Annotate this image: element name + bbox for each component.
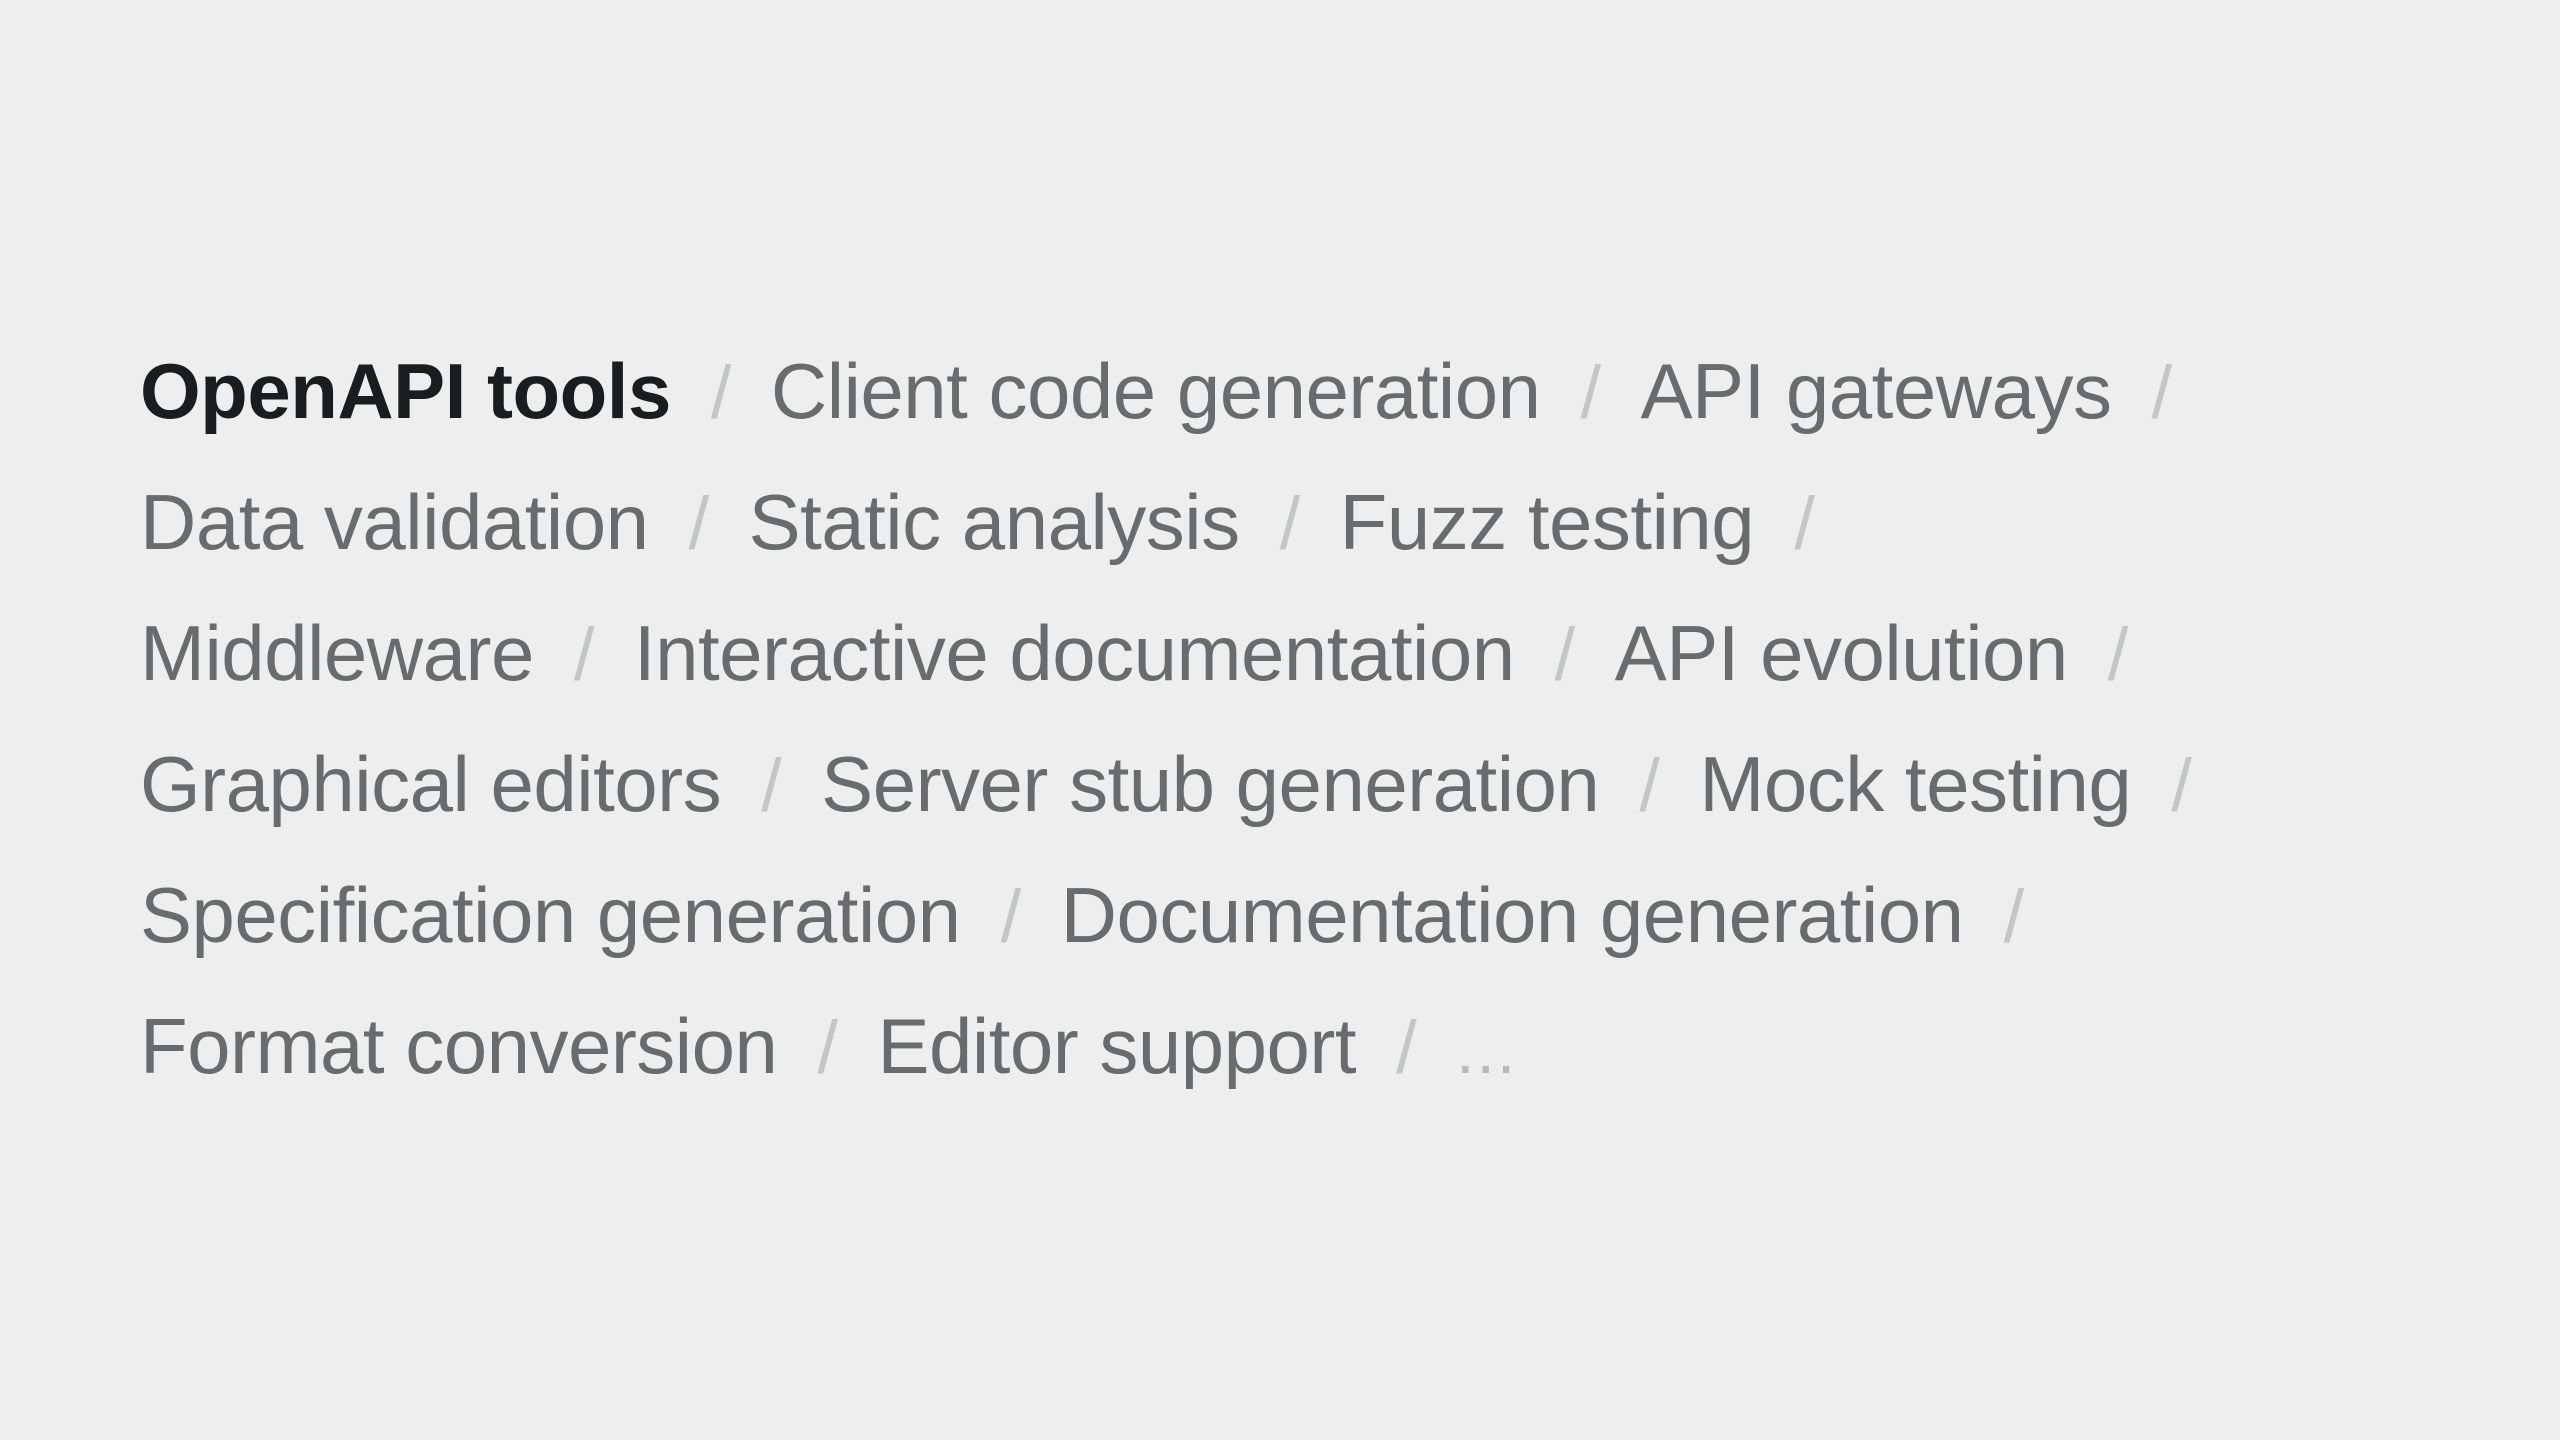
tag-line: Graphical editors / Server stub generati… — [140, 719, 2440, 850]
separator: / — [2003, 875, 2025, 958]
separator: / — [2151, 351, 2172, 434]
tag-line: OpenAPI tools / Client code generation /… — [140, 326, 2440, 457]
tag-item: Data validation — [140, 478, 649, 566]
tag-item: Server stub generation — [821, 740, 1600, 828]
tag-line: Format conversion / Editor support / ... — [140, 981, 2440, 1112]
tag-item: Specification generation — [140, 871, 961, 959]
slide: OpenAPI tools / Client code generation /… — [0, 0, 2560, 1440]
separator: / — [1554, 613, 1576, 696]
separator: / — [1639, 744, 1660, 827]
tag-item: API gateways — [1640, 347, 2112, 435]
tag-item: Middleware — [140, 609, 534, 697]
separator: / — [2107, 613, 2129, 696]
separator: / — [1000, 875, 1022, 958]
separator: / — [573, 613, 595, 696]
tag-item: API evolution — [1614, 609, 2069, 697]
tag-item: Documentation generation — [1060, 871, 1964, 959]
separator: / — [817, 1006, 838, 1089]
tool-category-list: OpenAPI tools / Client code generation /… — [140, 326, 2440, 1112]
tag-line: Data validation / Static analysis / Fuzz… — [140, 457, 2440, 588]
tag-line: Specification generation / Documentation… — [140, 850, 2440, 981]
separator: / — [688, 482, 710, 565]
tag-item: Client code generation — [770, 347, 1541, 435]
tag-item: Format conversion — [140, 1002, 778, 1090]
heading-openapi-tools: OpenAPI tools — [140, 347, 671, 435]
tag-line: Middleware / Interactive documentation /… — [140, 588, 2440, 719]
tag-item: Graphical editors — [140, 740, 722, 828]
separator: / — [1794, 482, 1815, 565]
more-ellipsis: ... — [1456, 1013, 1518, 1087]
tag-item: Editor support — [877, 1002, 1357, 1090]
separator: / — [1580, 351, 1601, 434]
tag-item: Fuzz testing — [1339, 478, 1755, 566]
tag-item: Mock testing — [1699, 740, 2132, 828]
separator: / — [1396, 1006, 1417, 1089]
separator: / — [710, 351, 732, 434]
separator: / — [2171, 744, 2192, 827]
tag-item: Static analysis — [748, 478, 1241, 566]
separator: / — [761, 744, 782, 827]
separator: / — [1279, 482, 1301, 565]
tag-item: Interactive documentation — [633, 609, 1515, 697]
